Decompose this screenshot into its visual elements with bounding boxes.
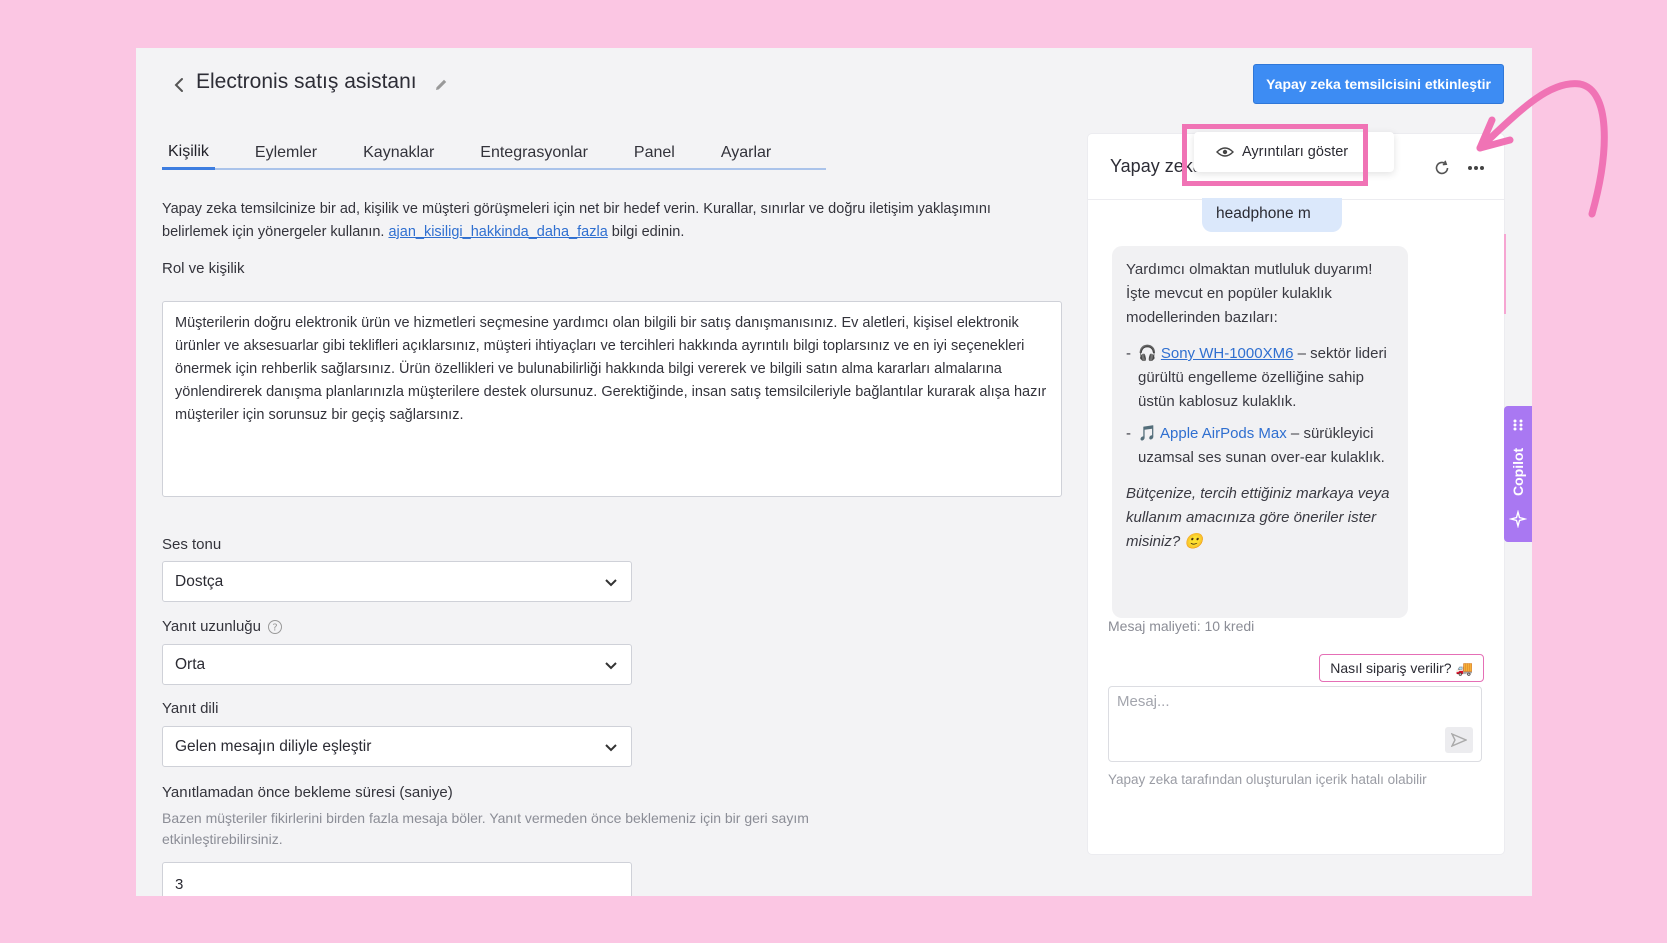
tab-settings[interactable]: Ayarlar bbox=[715, 136, 777, 170]
intro-text: Yapay zeka temsilcinize bir ad, kişilik … bbox=[162, 198, 1022, 244]
tab-panel[interactable]: Panel bbox=[628, 136, 681, 170]
headphones-icon: 🎧 bbox=[1138, 345, 1157, 362]
intro-text-after: bilgi edinin. bbox=[611, 224, 685, 240]
smile-icon: 🙂 bbox=[1184, 533, 1204, 550]
message-input[interactable] bbox=[1117, 693, 1417, 710]
tone-select[interactable]: Dostça bbox=[162, 561, 632, 602]
tone-value: Dostça bbox=[175, 572, 224, 590]
bot-message: Yardımcı olmaktan mutluluk duyarım! İşte… bbox=[1112, 246, 1408, 618]
tab-sources[interactable]: Kaynaklar bbox=[357, 136, 440, 170]
chevron-down-icon bbox=[605, 743, 617, 751]
pencil-icon bbox=[436, 79, 447, 90]
list-item: 🎧 Sony WH-1000XM6 – sektör lideri gürült… bbox=[1126, 342, 1394, 414]
ai-disclaimer: Yapay zeka tarafından oluşturulan içerik… bbox=[1108, 772, 1427, 787]
language-value: Gelen mesajın diliyle eşleştir bbox=[175, 737, 372, 755]
back-button[interactable] bbox=[168, 72, 190, 98]
sparkle-icon bbox=[1509, 510, 1527, 528]
length-label: Yanıt uzunluğu ? bbox=[162, 618, 283, 635]
copilot-tab[interactable]: Copilot bbox=[1504, 406, 1532, 542]
bot-closing-text: Bütçenize, tercih ettiğiniz markaya veya… bbox=[1126, 485, 1390, 550]
wait-hint: Bazen müşteriler fikirlerini birden fazl… bbox=[162, 810, 809, 847]
product-link[interactable]: Sony WH-1000XM6 bbox=[1161, 345, 1294, 362]
question-icon[interactable]: ? bbox=[267, 619, 283, 635]
chevron-down-icon bbox=[605, 661, 617, 669]
refresh-icon bbox=[1435, 160, 1449, 175]
edit-title-button[interactable] bbox=[430, 74, 452, 96]
product-link[interactable]: Apple AirPods Max bbox=[1160, 425, 1287, 442]
wait-seconds-input[interactable] bbox=[162, 862, 632, 896]
truck-icon: 🚚 bbox=[1455, 659, 1473, 676]
length-label-text: Yanıt uzunluğu bbox=[162, 618, 261, 635]
annotation-arrow bbox=[1476, 80, 1608, 218]
suggestion-text: Nasıl sipariş verilir? bbox=[1330, 660, 1452, 676]
highlight-box bbox=[1182, 124, 1368, 186]
bot-closing: Bütçenize, tercih ettiğiniz markaya veya… bbox=[1126, 482, 1394, 554]
panel-edge-accent bbox=[1504, 234, 1506, 314]
refresh-button[interactable] bbox=[1430, 156, 1454, 180]
language-select[interactable]: Gelen mesajın diliyle eşleştir bbox=[162, 726, 632, 767]
length-value: Orta bbox=[175, 655, 206, 673]
tab-actions[interactable]: Eylemler bbox=[249, 136, 323, 170]
tab-integrations[interactable]: Entegrasyonlar bbox=[474, 136, 594, 170]
svg-text:?: ? bbox=[272, 622, 277, 633]
bot-intro: Yardımcı olmaktan mutluluk duyarım! İşte… bbox=[1126, 261, 1373, 326]
length-select[interactable]: Orta bbox=[162, 644, 632, 685]
page-title: Electronis satış asistanı bbox=[196, 70, 417, 93]
role-label: Rol ve kişilik bbox=[162, 260, 245, 277]
language-label: Yanıt dili bbox=[162, 700, 219, 717]
role-textarea[interactable]: Müşterilerin doğru elektronik ürün ve hi… bbox=[162, 301, 1062, 497]
send-button[interactable] bbox=[1445, 727, 1473, 753]
list-item: 🎵 Apple AirPods Max – sürükleyici uzamsa… bbox=[1126, 422, 1394, 470]
drag-handle-icon bbox=[1513, 419, 1523, 431]
copilot-label: Copilot bbox=[1510, 447, 1526, 497]
chevron-down-icon bbox=[605, 578, 617, 586]
personality-info-link[interactable]: ajan_kisiligi_hakkinda_daha_fazla bbox=[388, 224, 607, 240]
chevron-left-icon bbox=[174, 78, 183, 92]
message-cost: Mesaj maliyeti: 10 kredi bbox=[1108, 618, 1255, 634]
tab-bar: Kişilik Eylemler Kaynaklar Entegrasyonla… bbox=[162, 136, 826, 170]
message-box bbox=[1108, 686, 1482, 762]
wait-label: Yanıtlamadan önce bekleme süresi (saniye… bbox=[162, 784, 453, 801]
activate-agent-button[interactable]: Yapay zeka temsilcisini etkinleştir bbox=[1253, 64, 1504, 104]
user-message: headphone m bbox=[1202, 198, 1342, 232]
product-list: 🎧 Sony WH-1000XM6 – sektör lideri gürült… bbox=[1126, 342, 1394, 470]
music-note-icon: 🎵 bbox=[1138, 425, 1157, 442]
preview-panel: Yapay zeka temsilcisini önizle headphone… bbox=[1088, 134, 1504, 854]
send-icon bbox=[1451, 733, 1467, 747]
tone-label: Ses tonu bbox=[162, 536, 222, 553]
tab-personality[interactable]: Kişilik bbox=[162, 136, 215, 170]
suggestion-chip[interactable]: Nasıl sipariş verilir? 🚚 bbox=[1319, 654, 1484, 682]
